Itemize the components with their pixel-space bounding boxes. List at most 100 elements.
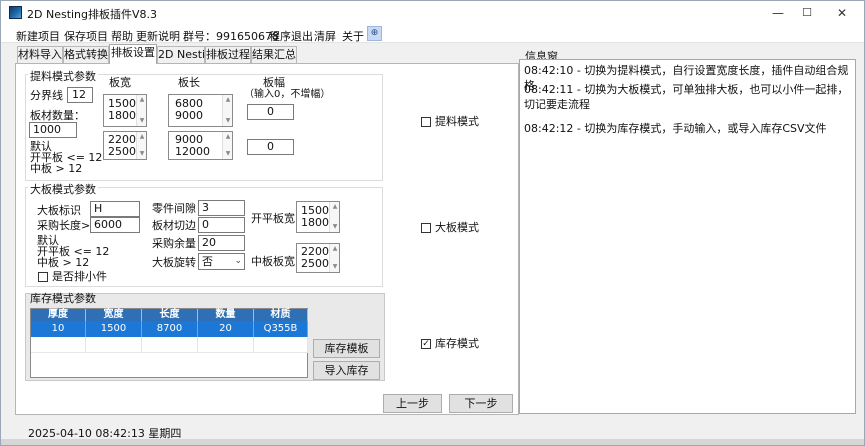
big-plate-rotate-select[interactable]: 否 ⌄ [198, 253, 245, 270]
scroll-up-icon[interactable]: ▲ [331, 203, 339, 211]
stock-mode-title: 库存模式参数 [30, 292, 96, 305]
scroll-down-icon[interactable]: ▼ [331, 223, 339, 231]
breadth-input-a[interactable]: 0 [247, 104, 294, 120]
import-stock-button[interactable]: 导入库存 [313, 361, 380, 380]
menu-exit[interactable]: 程序退出 [269, 28, 313, 44]
big-plate-mode-title: 大板模式参数 [28, 181, 98, 197]
plate-count-input[interactable]: 1000 [29, 122, 77, 138]
stock-template-button[interactable]: 库存模板 [313, 339, 380, 358]
table-empty-cell[interactable] [254, 337, 308, 353]
purchase-margin-input[interactable]: 20 [198, 235, 245, 251]
mid-width-item-2: 2500 [301, 257, 329, 270]
table-cell[interactable]: 8700 [142, 321, 198, 337]
table-cell[interactable]: 10 [31, 321, 86, 337]
scroll-down-icon[interactable]: ▼ [331, 263, 339, 271]
minimize-button[interactable]: — [763, 3, 793, 23]
part-gap-label: 零件间隙 [152, 202, 196, 215]
scrollbar[interactable]: ▲ ▼ [136, 95, 146, 126]
scroll-up-icon[interactable]: ▲ [224, 96, 232, 104]
scrollbar[interactable]: ▲ ▼ [136, 132, 146, 159]
pin-icon[interactable]: ⊕ [367, 26, 382, 41]
close-button[interactable]: ✕ [827, 3, 857, 23]
width-list-a[interactable]: 1500 1800 ▲ ▼ [103, 94, 147, 127]
menu-save-project[interactable]: 保存项目 [64, 28, 108, 44]
scroll-up-icon[interactable]: ▲ [138, 133, 146, 141]
big-plate-mode-label: 大板模式 [435, 221, 479, 234]
tab-results-summary[interactable]: 结果汇总 [251, 46, 297, 63]
rotate-selected-value: 否 [202, 255, 213, 268]
background-strip [1, 439, 864, 445]
info-window[interactable]: 08:42:10 - 切换为提料模式，自行设置宽度长度，插件自动组合规格 08:… [519, 59, 856, 414]
flat-width-item-2: 1800 [301, 216, 329, 229]
table-cell[interactable]: 1500 [86, 321, 142, 337]
table-empty-cell[interactable] [142, 337, 198, 353]
scroll-up-icon[interactable]: ▲ [331, 245, 339, 253]
menu-about[interactable]: 关于 [342, 28, 364, 44]
table-empty-cell[interactable] [86, 337, 142, 353]
scroll-down-icon[interactable]: ▼ [224, 150, 232, 158]
small-parts-label: 是否排小件 [52, 270, 107, 283]
table-cell[interactable]: Q355B [254, 321, 308, 337]
tab-format-convert[interactable]: 格式转换 [63, 46, 109, 63]
length-list-a[interactable]: 6800 9000 ▲ ▼ [168, 94, 233, 127]
menu-new-project[interactable]: 新建项目 [16, 28, 60, 44]
tab-nesting-process[interactable]: 排板过程 [205, 46, 251, 63]
stock-mode-checkbox[interactable]: ✓ [421, 339, 431, 349]
width-a-item-2: 1800 [108, 109, 136, 122]
app-window: 2D Nesting排板插件V8.3 — ☐ ✕ 新建项目 保存项目 帮助 更新… [0, 0, 865, 446]
table-header-material[interactable]: 材质 [254, 309, 308, 321]
scrollbar[interactable]: ▲ ▼ [329, 244, 339, 272]
next-step-button[interactable]: 下一步 [449, 394, 513, 413]
scroll-down-icon[interactable]: ▼ [138, 150, 146, 158]
table-header-width[interactable]: 宽度 [86, 309, 142, 321]
length-b-item-2: 12000 [175, 145, 210, 158]
prev-step-button[interactable]: 上一步 [383, 394, 442, 413]
menu-group-number[interactable]: 群号：991650678 [183, 28, 279, 44]
plate-length-header: 板长 [178, 76, 200, 89]
tab-nesting-settings[interactable]: 排板设置 [109, 44, 157, 64]
edge-trim-input[interactable]: 0 [198, 217, 245, 233]
scrollbar[interactable]: ▲ ▼ [329, 202, 339, 232]
info-message: 08:42:12 - 切换为库存模式，手动输入，或导入库存CSV文件 [524, 122, 827, 135]
flat-width-list[interactable]: 1500 1800 ▲ ▼ [296, 201, 340, 233]
scroll-up-icon[interactable]: ▲ [138, 96, 146, 104]
big-plate-mode-checkbox[interactable] [421, 223, 431, 233]
big-plate-flag-label: 大板标识 [37, 204, 81, 217]
app-logo-icon [9, 6, 22, 19]
chevron-down-icon: ⌄ [234, 256, 242, 266]
scrollbar[interactable]: ▲ ▼ [222, 132, 232, 159]
purchase-length-input[interactable]: 6000 [90, 217, 140, 233]
scroll-up-icon[interactable]: ▲ [224, 133, 232, 141]
breadth-input-b[interactable]: 0 [247, 139, 294, 155]
table-empty-cell[interactable] [31, 337, 86, 353]
scroll-down-icon[interactable]: ▼ [138, 117, 146, 125]
menu-clear[interactable]: 清屏 [314, 28, 336, 44]
menu-update-notes[interactable]: 更新说明 [136, 28, 180, 44]
table-header-thickness[interactable]: 厚度 [31, 309, 86, 321]
table-header-length[interactable]: 长度 [142, 309, 198, 321]
mid-width-list[interactable]: 2200 2500 ▲ ▼ [296, 243, 340, 273]
width-list-b[interactable]: 2200 2500 ▲ ▼ [103, 131, 147, 160]
stock-table[interactable]: 厚度 宽度 长度 数量 材质 10 1500 8700 20 Q355B [30, 308, 308, 378]
dividing-line-input[interactable]: 12 [67, 87, 93, 103]
scrollbar[interactable]: ▲ ▼ [222, 95, 232, 126]
strip-mode-label: 提料模式 [435, 115, 479, 128]
tab-2d-nesting[interactable]: 2D Nesting [157, 46, 219, 63]
table-header-quantity[interactable]: 数量 [198, 309, 254, 321]
length-list-b[interactable]: 9000 12000 ▲ ▼ [168, 131, 233, 160]
window-title: 2D Nesting排板插件V8.3 [27, 8, 158, 21]
part-gap-input[interactable]: 3 [198, 200, 245, 216]
plate-breadth-header: 板幅 [263, 76, 285, 89]
table-cell[interactable]: 20 [198, 321, 254, 337]
big-plate-flag-input[interactable]: H [90, 201, 140, 217]
strip-mid-rule: 中板 > 12 [30, 162, 83, 175]
small-parts-checkbox[interactable] [38, 272, 48, 282]
table-empty-cell[interactable] [198, 337, 254, 353]
strip-mode-checkbox[interactable] [421, 117, 431, 127]
mid-width-label: 中板板宽 [251, 255, 295, 268]
menu-bar: 新建项目 保存项目 帮助 更新说明 群号：991650678 程序退出 清屏 关… [1, 25, 864, 43]
maximize-button[interactable]: ☐ [792, 3, 822, 23]
scroll-down-icon[interactable]: ▼ [224, 117, 232, 125]
menu-help[interactable]: 帮助 [111, 28, 133, 44]
tab-material-import[interactable]: 材料导入 [17, 46, 63, 63]
